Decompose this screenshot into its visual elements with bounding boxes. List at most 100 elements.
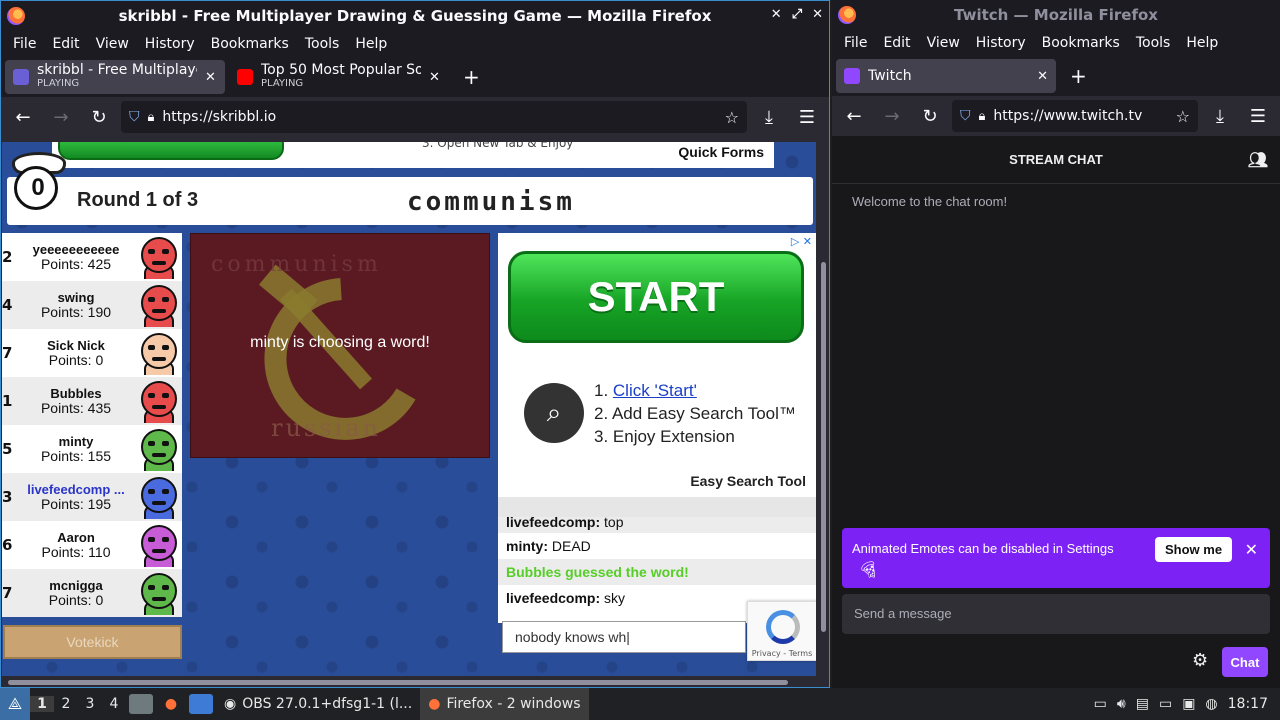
taskbar-firefox[interactable]: ● Firefox - 2 windows: [420, 688, 589, 720]
tab-youtube[interactable]: Top 50 Most Popular SongPLAYING ✕: [229, 60, 449, 94]
maximize-icon[interactable]: ⤢: [792, 7, 802, 22]
tab-skribbl[interactable]: skribbl - Free Multiplayer PLAYING ✕: [5, 60, 225, 94]
ad-step1-link[interactable]: Click 'Start': [613, 381, 697, 400]
url-text[interactable]: https://www.twitch.tv: [993, 108, 1142, 124]
system-tray: ▭ 🔊︎ ▤ ▭ ▣ ◍ 18:17: [1094, 696, 1280, 712]
taskbar: ⟁ 1 2 3 4 ● ◉ OBS 27.0.1+dfsg1-1 (l... ●…: [0, 688, 1280, 720]
battery-icon[interactable]: ▭: [1094, 696, 1107, 712]
menu-file[interactable]: File: [836, 35, 875, 51]
vertical-scrollbar[interactable]: [818, 142, 829, 676]
hamburger-menu-icon[interactable]: ☰: [1242, 100, 1274, 132]
menu-bookmarks[interactable]: Bookmarks: [203, 36, 297, 52]
guess-input[interactable]: nobody knows wh|: [502, 621, 746, 653]
taskbar-obs[interactable]: ◉ OBS 27.0.1+dfsg1-1 (l...: [216, 688, 420, 720]
ad-step2: 2. Add Easy Search Tool™: [594, 404, 796, 423]
menu-tools[interactable]: Tools: [297, 36, 348, 52]
new-tab-icon[interactable]: +: [1060, 64, 1097, 88]
reload-icon[interactable]: ↻: [83, 101, 115, 133]
reload-icon[interactable]: ↻: [914, 100, 946, 132]
player-rank: 2: [2, 248, 13, 266]
firefox-icon: [838, 6, 856, 24]
lock-icon[interactable]: 🔒︎: [979, 109, 986, 124]
users-icon[interactable]: 👥︎: [1248, 150, 1268, 170]
menu-history[interactable]: History: [968, 35, 1034, 51]
player-row[interactable]: 2 yeeeeeeeeeee Points: 425: [2, 233, 182, 281]
volume-icon[interactable]: 🔊︎: [1117, 696, 1126, 712]
shield-icon[interactable]: ⛉: [129, 109, 140, 125]
player-avatar-icon: [138, 379, 180, 423]
settings-gear-icon[interactable]: ⚙: [1192, 650, 1208, 671]
url-text[interactable]: https://skribbl.io: [162, 109, 276, 125]
forward-icon[interactable]: →: [45, 101, 77, 133]
update-icon[interactable]: ▣: [1182, 696, 1195, 712]
player-row[interactable]: 5 minty Points: 155: [2, 425, 182, 473]
menu-edit[interactable]: Edit: [44, 36, 87, 52]
ad-start-button[interactable]: START: [508, 251, 804, 343]
url-bar[interactable]: ⛉ 🔒︎ https://skribbl.io ☆: [121, 101, 747, 133]
tab-strip: skribbl - Free Multiplayer PLAYING ✕ Top …: [1, 57, 829, 97]
drawing-canvas[interactable]: communism russian minty is choosing a wo…: [190, 233, 490, 458]
workspace-2[interactable]: 2: [54, 696, 78, 712]
tab-close-icon[interactable]: ✕: [429, 70, 440, 85]
workspace-4[interactable]: 4: [102, 696, 126, 712]
player-row[interactable]: 7 Sick Nick Points: 0: [2, 329, 182, 377]
file-manager-icon[interactable]: [129, 694, 153, 714]
new-tab-icon[interactable]: +: [453, 65, 490, 89]
menu-help[interactable]: Help: [347, 36, 395, 52]
player-row[interactable]: 1 Bubbles Points: 435: [2, 377, 182, 425]
lock-icon[interactable]: 🔒︎: [148, 110, 155, 125]
firefox-window-twitch: Twitch — Mozilla Firefox File Edit View …: [832, 0, 1280, 688]
menu-help[interactable]: Help: [1178, 35, 1226, 51]
menu-bookmarks[interactable]: Bookmarks: [1034, 35, 1128, 51]
monitor-icon[interactable]: ▭: [1159, 696, 1172, 712]
menu-tools[interactable]: Tools: [1128, 35, 1179, 51]
tab-close-icon[interactable]: ✕: [205, 70, 216, 85]
workspace-3[interactable]: 3: [78, 696, 102, 712]
forward-icon[interactable]: →: [876, 100, 908, 132]
send-message-input[interactable]: Send a message: [842, 594, 1270, 634]
menu-view[interactable]: View: [88, 36, 137, 52]
download-icon[interactable]: ⤓: [1204, 100, 1236, 132]
menu-history[interactable]: History: [137, 36, 203, 52]
shield-icon[interactable]: ⛉: [960, 108, 971, 124]
workspace-1[interactable]: 1: [30, 696, 54, 712]
player-rank: 4: [2, 296, 13, 314]
ad-green-button[interactable]: [58, 142, 284, 160]
tab-twitch[interactable]: Twitch ✕: [836, 59, 1056, 93]
player-row[interactable]: 4 swing Points: 190: [2, 281, 182, 329]
bookmark-star-icon[interactable]: ☆: [725, 108, 739, 127]
tab-close-icon[interactable]: ✕: [1037, 69, 1048, 84]
download-icon[interactable]: ⤓: [753, 101, 785, 133]
network-icon[interactable]: ◍: [1205, 696, 1217, 712]
hamburger-menu-icon[interactable]: ☰: [791, 101, 823, 133]
player-row[interactable]: 6 Aaron Points: 110: [2, 521, 182, 569]
recaptcha-badge[interactable]: Privacy - Terms: [747, 601, 816, 661]
ad-choices-icon[interactable]: ▷ ✕: [791, 235, 812, 248]
firefox-launcher-icon[interactable]: ●: [159, 694, 183, 714]
timer-clock-icon: 0: [6, 152, 66, 210]
minimize-icon[interactable]: ✕: [771, 7, 782, 22]
clipboard-icon[interactable]: ▤: [1136, 696, 1149, 712]
player-row[interactable]: 3 livefeedcomp ... Points: 195: [2, 473, 182, 521]
back-icon[interactable]: ←: [838, 100, 870, 132]
player-row[interactable]: 7 mcnigga Points: 0: [2, 569, 182, 617]
player-avatar-icon: [138, 331, 180, 375]
side-ad[interactable]: ▷ ✕ START ⌕ 1. Click 'Start' 2. Add Easy…: [498, 233, 816, 497]
menu-file[interactable]: File: [5, 36, 44, 52]
close-notice-icon[interactable]: ✕: [1245, 540, 1258, 560]
menu-view[interactable]: View: [919, 35, 968, 51]
emotes-notice: Animated Emotes can be disabled in Setti…: [842, 528, 1270, 588]
url-bar[interactable]: ⛉ 🔒︎ https://www.twitch.tv ☆: [952, 100, 1198, 132]
show-me-button[interactable]: Show me: [1155, 537, 1233, 562]
recaptcha-links[interactable]: Privacy - Terms: [748, 649, 816, 658]
desktop-icon[interactable]: [189, 694, 213, 714]
votekick-button[interactable]: Votekick: [3, 625, 182, 659]
start-menu-icon[interactable]: ⟁: [0, 688, 30, 720]
chat-send-button[interactable]: Chat: [1222, 647, 1268, 677]
horizontal-scrollbar[interactable]: [2, 676, 818, 687]
bookmark-star-icon[interactable]: ☆: [1176, 107, 1190, 126]
back-icon[interactable]: ←: [7, 101, 39, 133]
close-icon[interactable]: ✕: [812, 7, 823, 22]
top-ad-banner[interactable]: 3. Open New Tab & Enjoy Quick Forms: [52, 142, 774, 168]
menu-edit[interactable]: Edit: [875, 35, 918, 51]
